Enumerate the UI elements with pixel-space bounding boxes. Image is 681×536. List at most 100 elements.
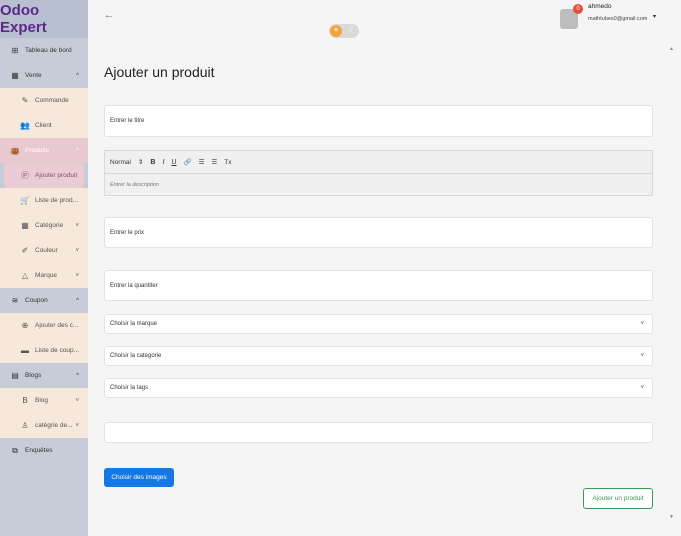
- ticket-icon: ▬: [21, 346, 29, 355]
- sidebar-item-label: Marque: [35, 272, 58, 279]
- sidebar-item-8[interactable]: ✐ Couleur ˅: [0, 238, 88, 263]
- ordered-list-icon[interactable]: ☰: [199, 158, 205, 166]
- bag-icon: 👜: [10, 146, 20, 155]
- sidebar-item-label: Client: [35, 122, 52, 129]
- sidebar-item-label: Enquêtes: [25, 447, 53, 454]
- sidebar-item-label: Commande: [35, 97, 69, 104]
- bold-button[interactable]: B: [150, 159, 155, 166]
- chevron-icon: ˅: [75, 397, 79, 404]
- product-icon: Ⓟ: [21, 171, 29, 180]
- sidebar-item-label: Liste de prod...: [35, 197, 78, 204]
- sidebar-item-6[interactable]: 🛒 Liste de prod...: [0, 188, 88, 213]
- sidebar-item-label: Coupon: [25, 297, 48, 304]
- sidebar-item-label: Blogs: [25, 372, 42, 379]
- sales-icon: ▦: [11, 71, 19, 80]
- add-product-button[interactable]: Ajouter un produit: [583, 488, 653, 509]
- choose-images-button[interactable]: Choisir des images: [104, 468, 174, 487]
- sidebar-item-4[interactable]: 👜 Produits ^: [0, 138, 88, 163]
- extra-input[interactable]: [104, 422, 653, 443]
- bullet-list-icon[interactable]: ☰: [211, 158, 217, 166]
- chevron-icon: ^: [76, 297, 79, 304]
- description-area[interactable]: Entrer la description: [105, 174, 652, 196]
- sidebar-item-9[interactable]: △ Marque ˅: [0, 263, 88, 288]
- sidebar-item-16[interactable]: ⧉ Enquêtes: [0, 438, 88, 463]
- blog-icon: ▤: [11, 371, 19, 380]
- sidebar-item-label: catégrie de...: [35, 422, 73, 429]
- scroll-down-icon[interactable]: ▼: [669, 514, 674, 520]
- format-select-arrows-icon[interactable]: ⇕: [138, 158, 143, 166]
- chevron-icon: ˅: [75, 272, 79, 279]
- quantity-input[interactable]: Entrer la quantiter: [104, 270, 653, 301]
- user-menu-caret-icon[interactable]: ▾: [653, 13, 656, 20]
- sidebar-item-label: Blog: [35, 397, 49, 404]
- sidebar-item-7[interactable]: ▦ Catégorie ˅: [0, 213, 88, 238]
- sidebar-item-11[interactable]: ⊕ Ajouter des c...: [0, 313, 88, 338]
- brand-select[interactable]: Choisir la marque ˅: [104, 314, 653, 334]
- sidebar-item-13[interactable]: ▤ Blogs ^: [0, 363, 88, 388]
- category-icon: ♙: [21, 421, 29, 430]
- sun-icon: ☀: [330, 25, 342, 37]
- sidebar: Odoo Expert ⊞ Tableau de bord ▦ Vente ^ ✎ Comm…: [0, 0, 88, 536]
- chevron-icon: ^: [76, 147, 79, 154]
- b-icon: B: [22, 396, 28, 405]
- sidebar-item-label: Produits: [25, 147, 49, 154]
- title-placeholder: Entrer le titre: [110, 118, 145, 124]
- sidebar-item-5[interactable]: Ⓟ Ajouter produit: [4, 163, 84, 188]
- layers-icon: ≋: [11, 296, 19, 305]
- underline-button[interactable]: U: [171, 159, 176, 166]
- page-title: Ajouter un produit: [104, 64, 215, 80]
- sidebar-item-label: Ajouter produit: [35, 172, 78, 179]
- chevron-down-icon: ˅: [640, 321, 644, 327]
- link-icon[interactable]: 🔗: [183, 158, 191, 166]
- grid-icon: ▦: [21, 221, 29, 230]
- description-editor: Normal ⇕ B I U 🔗 ☰ ☰ Tx Entrer la descri…: [104, 150, 653, 196]
- chevron-icon: ˅: [75, 222, 79, 229]
- sidebar-nav: ⊞ Tableau de bord ▦ Vente ^ ✎ Commande 👥 Client 👜…: [0, 38, 88, 463]
- notification-badge: 0: [573, 4, 583, 14]
- survey-icon: ⧉: [12, 445, 18, 455]
- dashboard-icon: ⊞: [11, 46, 19, 55]
- chevron-icon: ˅: [75, 247, 79, 254]
- title-input[interactable]: Entrer le titre: [104, 105, 653, 137]
- users-icon: 👥: [20, 121, 30, 130]
- scroll-up-icon[interactable]: ▲: [669, 46, 674, 52]
- tags-select-label: Choisir la tags: [110, 385, 149, 391]
- price-input[interactable]: Entrer le prix: [104, 217, 653, 248]
- sidebar-item-14[interactable]: B Blog ˅: [0, 388, 88, 413]
- category-select-label: Choisir la categorie: [110, 353, 162, 359]
- quantity-placeholder: Entrer la quantiter: [110, 282, 158, 289]
- sidebar-item-label: Vente: [25, 72, 42, 79]
- back-arrow-icon[interactable]: ←: [104, 10, 114, 21]
- theme-toggle[interactable]: ☀ ☾: [329, 24, 359, 38]
- format-select[interactable]: Normal: [110, 159, 131, 166]
- sidebar-item-label: Ajouter des c...: [35, 322, 79, 329]
- top-bar: ← ☀ ☾ 0 ahmedo mathtubes0@gmail.com ▾: [88, 0, 681, 44]
- pencil-icon: ✎: [21, 96, 29, 105]
- add-coupon-icon: ⊕: [21, 321, 29, 330]
- sidebar-item-1[interactable]: ▦ Vente ^: [0, 63, 88, 88]
- tags-select[interactable]: Choisir la tags ˅: [104, 378, 653, 398]
- sidebar-item-12[interactable]: ▬ Liste de coup...: [0, 338, 88, 363]
- brand-logo[interactable]: Odoo Expert: [0, 0, 88, 38]
- brand-icon: △: [21, 271, 29, 280]
- chevron-icon: ^: [76, 72, 79, 79]
- chevron-down-icon: ˅: [640, 385, 644, 391]
- chevron-icon: ˅: [75, 422, 79, 429]
- user-name[interactable]: ahmedo: [588, 3, 612, 10]
- price-placeholder: Entrer le prix: [110, 229, 145, 236]
- sidebar-item-label: Couleur: [35, 247, 58, 254]
- chevron-icon: ^: [76, 372, 79, 379]
- clear-format-icon[interactable]: Tx: [224, 159, 231, 166]
- user-email: mathtubes0@gmail.com: [588, 16, 648, 22]
- sidebar-item-3[interactable]: 👥 Client: [0, 113, 88, 138]
- editor-toolbar: Normal ⇕ B I U 🔗 ☰ ☰ Tx: [105, 151, 652, 174]
- sidebar-item-label: Liste de coup...: [35, 347, 80, 354]
- brand-name: Odoo Expert: [0, 2, 47, 36]
- brush-icon: ✐: [21, 246, 29, 255]
- sidebar-item-0[interactable]: ⊞ Tableau de bord: [0, 38, 88, 63]
- italic-button[interactable]: I: [162, 159, 164, 166]
- sidebar-item-15[interactable]: ♙ catégrie de... ˅: [0, 413, 88, 438]
- sidebar-item-10[interactable]: ≋ Coupon ^: [0, 288, 88, 313]
- category-select[interactable]: Choisir la categorie ˅: [104, 346, 653, 366]
- sidebar-item-2[interactable]: ✎ Commande: [0, 88, 88, 113]
